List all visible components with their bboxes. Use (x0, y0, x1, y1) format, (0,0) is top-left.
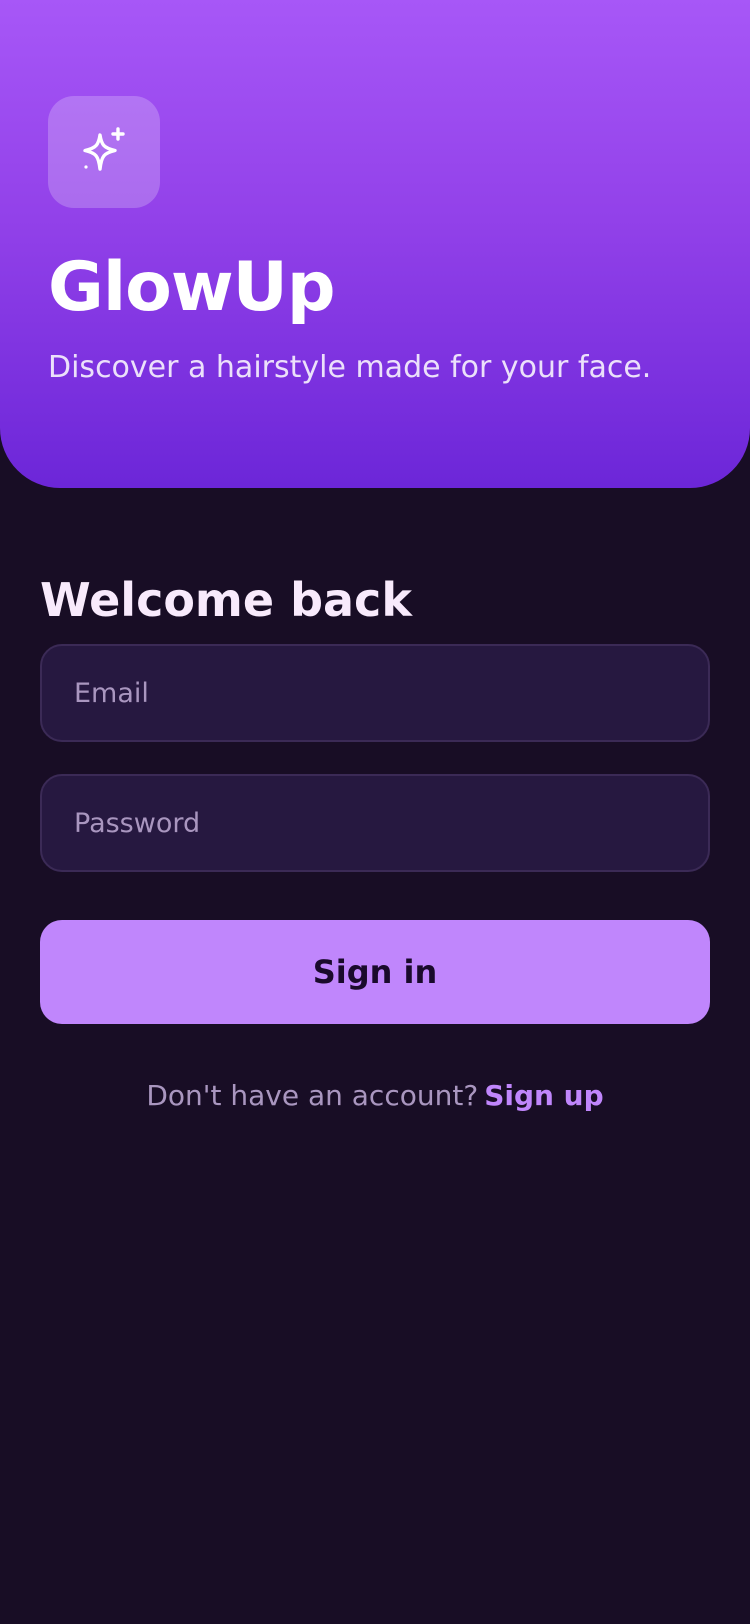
sign-in-button[interactable]: Sign in (40, 920, 710, 1024)
email-field[interactable] (40, 644, 710, 742)
sparkles-icon (83, 127, 125, 171)
app-name: GlowUp (48, 248, 336, 327)
login-form: Welcome back Sign in Don't have an accou… (40, 560, 710, 1116)
hero-header: GlowUp Discover a hairstyle made for you… (0, 0, 750, 488)
app-logo (48, 96, 160, 208)
password-field[interactable] (40, 774, 710, 872)
signup-prompt-text: Don't have an account? (146, 1079, 479, 1112)
welcome-heading: Welcome back (40, 573, 412, 627)
app-tagline: Discover a hairstyle made for your face. (48, 350, 652, 385)
sign-up-link[interactable]: Sign up (484, 1079, 603, 1112)
signup-prompt-row: Don't have an account? Sign up (40, 1076, 710, 1116)
